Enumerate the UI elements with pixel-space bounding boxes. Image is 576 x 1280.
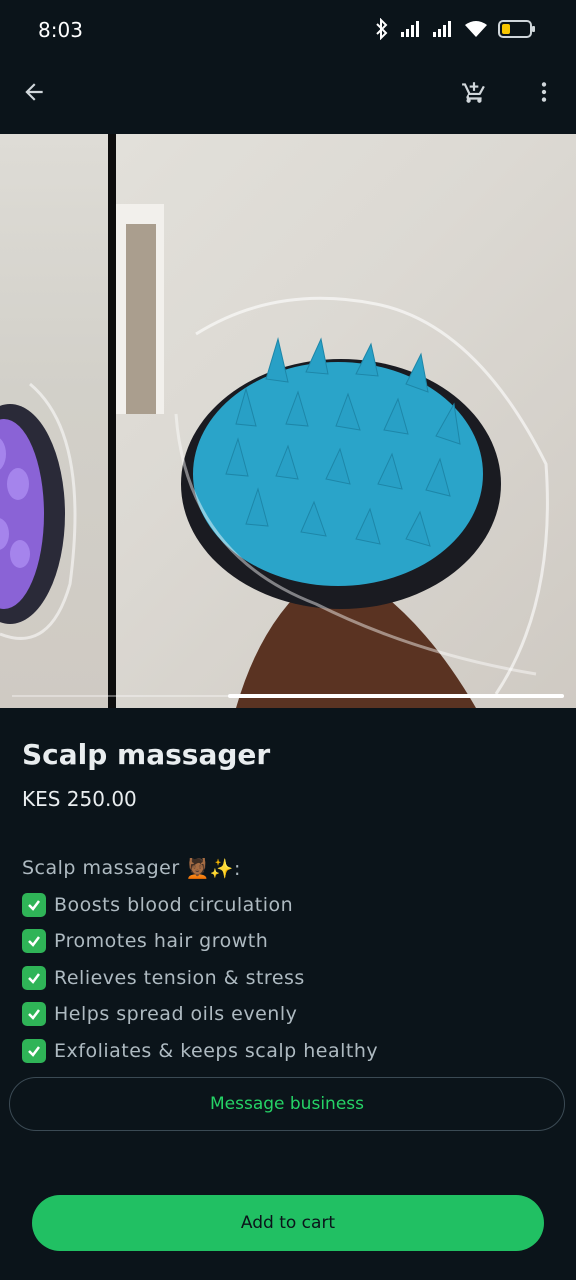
feature-text: Promotes hair growth [54,930,269,953]
gallery-indicator-active [228,694,564,698]
feature-text: Exfoliates & keeps scalp healthy [54,1039,379,1062]
check-icon [22,965,46,990]
status-time: 8:03 [38,18,83,42]
feature-text: Boosts blood circulation [54,893,294,916]
feature-item: Boosts blood circulation [22,887,552,924]
feature-text: Relieves tension & stress [54,966,305,989]
feature-item: Exfoliates & keeps scalp healthy [22,1033,552,1070]
feature-text: Helps spread oils evenly [54,1003,298,1026]
battery-icon [498,20,535,38]
signal-icon [401,21,419,37]
status-icons [374,18,535,40]
description-intro-emojis: 💆🏾✨: [185,857,241,880]
product-image-previous[interactable] [0,134,108,708]
status-bar: 8:03 [0,0,576,54]
product-image-gallery[interactable] [0,134,576,708]
add-to-cart-button[interactable]: Add to cart [32,1195,544,1251]
feature-item: Relieves tension & stress [22,960,552,997]
product-price: KES 250.00 [22,787,137,811]
more-options-button[interactable] [522,70,566,114]
description-intro: Scalp massager 💆🏾✨: [22,850,552,887]
product-description: Scalp massager 💆🏾✨: Boosts blood circula… [22,850,552,1069]
cart-button[interactable] [452,70,496,114]
bluetooth-icon [376,18,388,40]
blue-massager-image [116,204,549,708]
purple-massager-image [0,382,77,640]
wifi-icon [465,21,487,37]
more-vert-icon [541,82,547,102]
check-icon [22,892,46,917]
check-icon [22,929,46,954]
check-icon [22,1038,46,1063]
battery-level [502,24,510,34]
feature-item: Promotes hair growth [22,923,552,960]
app-bar [0,54,576,134]
description-intro-text: Scalp massager [22,857,180,880]
back-button[interactable] [12,70,56,114]
signal-icon [433,21,451,37]
back-arrow-icon [25,83,43,101]
product-image-current[interactable] [116,134,576,708]
image-divider [108,134,116,708]
message-business-button[interactable]: Message business [9,1077,565,1131]
product-title: Scalp massager [22,738,271,771]
feature-item: Helps spread oils evenly [22,996,552,1033]
check-icon [22,1002,46,1027]
cart-icon [462,82,485,103]
